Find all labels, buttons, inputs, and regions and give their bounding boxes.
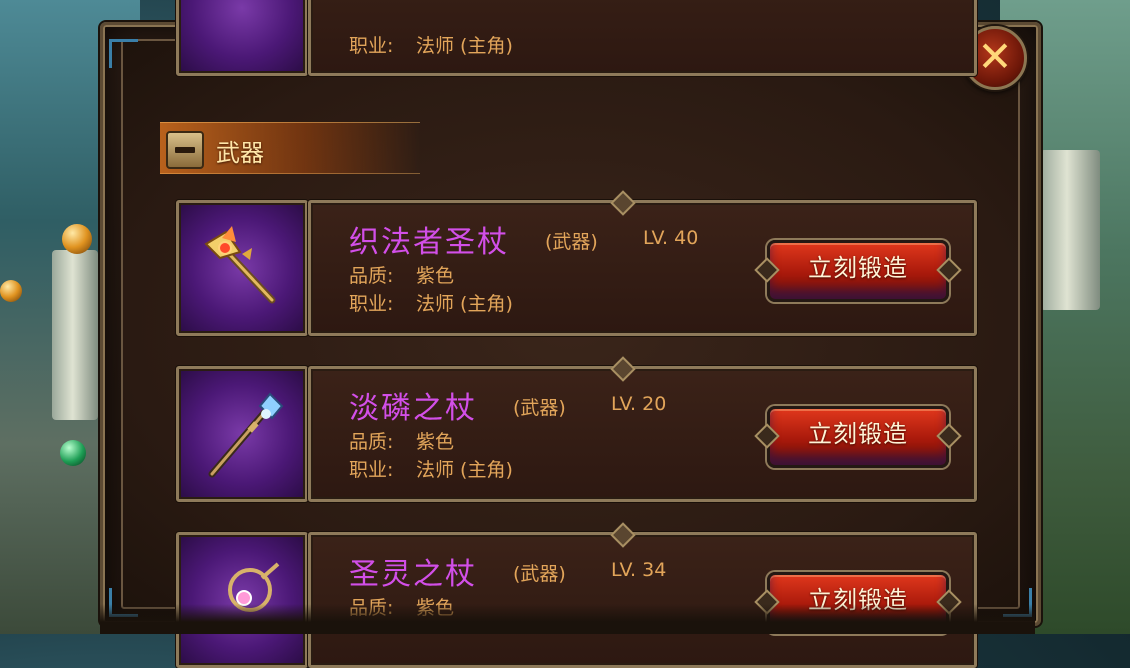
list-item: 织法者圣杖 (武器) LV. 40 品质: 紫色 职业: 法师 (主角) 立刻锻… (176, 200, 977, 336)
item-icon-frame[interactable] (176, 366, 308, 502)
category-label: 武器 (216, 139, 264, 167)
list-item: 淡磷之杖 (武器) LV. 20 品质: 紫色 职业: 法师 (主角) 立刻锻造 (176, 366, 977, 502)
item-quality-label: 品质: (349, 265, 394, 287)
item-level: LV. 34 (611, 559, 667, 581)
staff-icon (208, 392, 284, 478)
item-info-box: 圣灵之杖 (武器) LV. 34 品质: 紫色 立刻锻造 (308, 532, 977, 668)
item-name: 圣灵之杖 (349, 557, 477, 592)
forge-now-button[interactable]: 立刻锻造 (767, 406, 949, 468)
item-info-box: 职业: 法师 (主角) (308, 0, 977, 76)
item-type: (武器) (545, 231, 598, 253)
item-name: 织法者圣杖 (349, 225, 509, 260)
background-pillar (52, 250, 98, 420)
item-quality-label: 品质: (349, 431, 394, 453)
close-icon: ✕ (977, 32, 1013, 81)
panel-corner-ornament (109, 39, 138, 68)
item-quality-value: 紫色 (416, 265, 455, 287)
item-icon-frame[interactable] (176, 200, 308, 336)
item-level: LV. 20 (611, 393, 667, 415)
item-class-value: 法师 (主角) (416, 293, 513, 315)
staff-icon (204, 226, 276, 304)
card-ornament (586, 360, 656, 374)
item-level: LV. 40 (643, 227, 699, 249)
collapse-toggle-icon[interactable] (166, 131, 204, 169)
item-class-label: 职业: (349, 35, 394, 57)
background-pillar (1040, 150, 1100, 310)
background-orb (0, 280, 22, 302)
list-item: 圣灵之杖 (武器) LV. 34 品质: 紫色 立刻锻造 (176, 532, 977, 668)
background-orb (62, 224, 92, 254)
category-header-weapons[interactable]: 武器 (160, 122, 420, 174)
card-ornament (586, 526, 656, 540)
staff-icon (228, 562, 280, 612)
item-class-label: 职业: (349, 459, 394, 481)
item-quality-value: 紫色 (416, 431, 455, 453)
item-class-label: 职业: (349, 293, 394, 315)
item-type: (武器) (513, 563, 566, 585)
forge-now-button[interactable]: 立刻锻造 (767, 240, 949, 302)
item-type: (武器) (513, 397, 566, 419)
item-icon-frame (176, 0, 308, 76)
item-class-value: 法师 (主角) (416, 35, 513, 57)
card-ornament (586, 194, 656, 208)
item-name: 淡磷之杖 (349, 391, 477, 426)
panel-bottom-frame (100, 604, 1035, 634)
item-info-box: 织法者圣杖 (武器) LV. 40 品质: 紫色 职业: 法师 (主角) 立刻锻… (308, 200, 977, 336)
list-item-partial: 职业: 法师 (主角) (176, 0, 977, 76)
item-info-box: 淡磷之杖 (武器) LV. 20 品质: 紫色 职业: 法师 (主角) 立刻锻造 (308, 366, 977, 502)
item-icon-frame[interactable] (176, 532, 308, 668)
item-class-value: 法师 (主角) (416, 459, 513, 481)
background-orb (60, 440, 86, 466)
